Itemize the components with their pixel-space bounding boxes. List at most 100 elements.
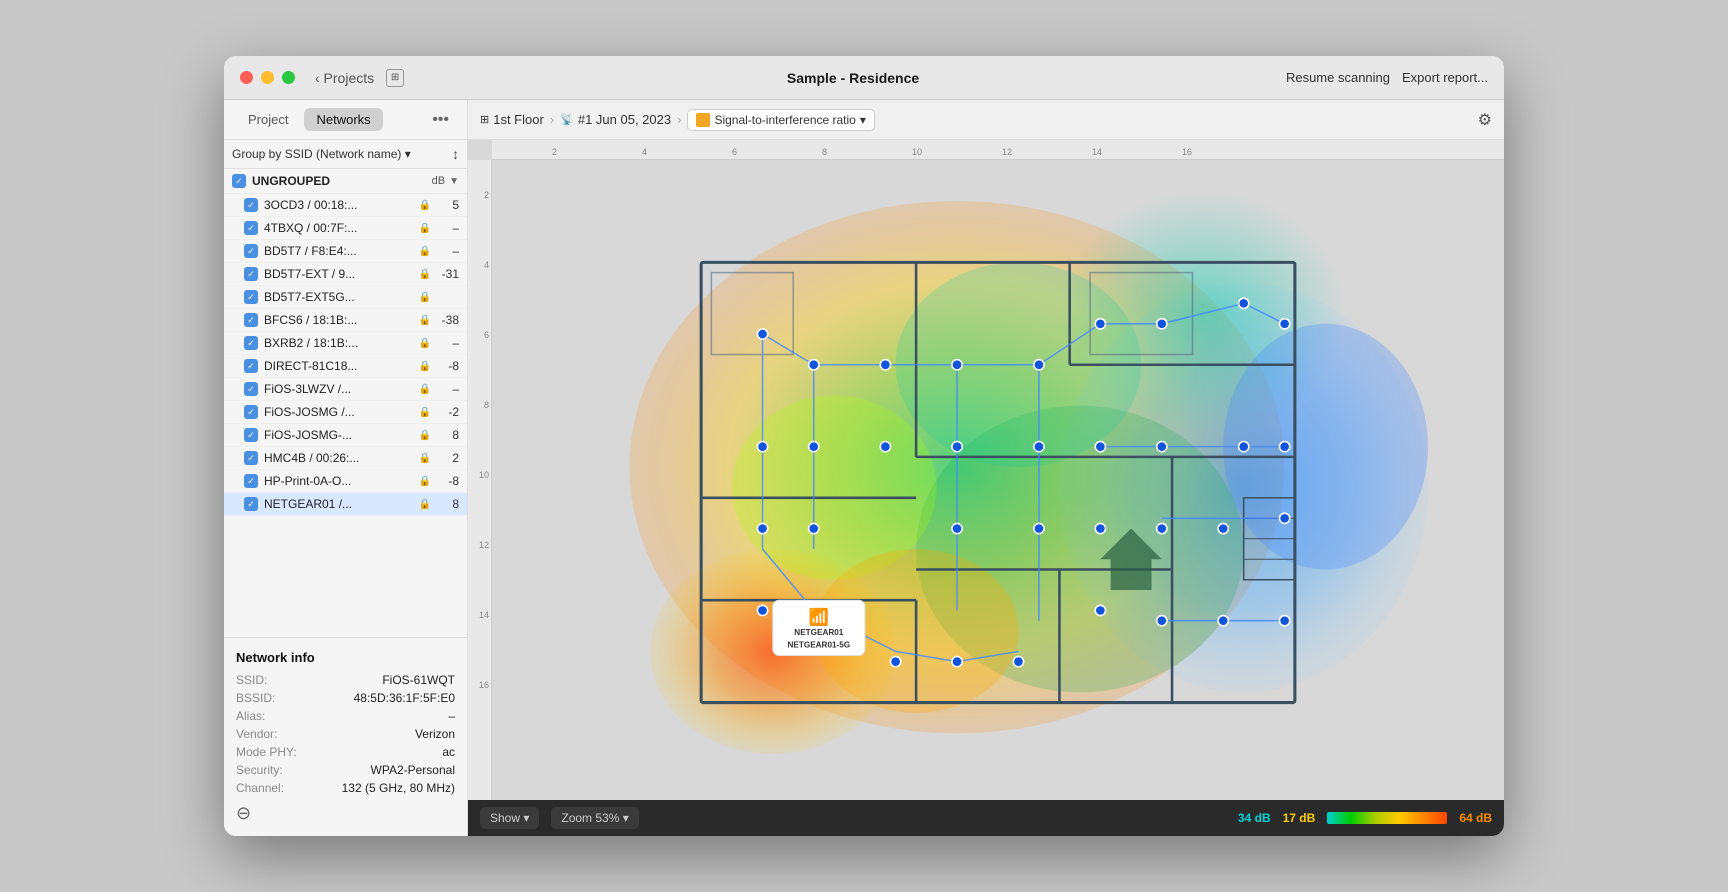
net-checkbox[interactable] [244,290,258,304]
list-item[interactable]: BD5T7-EXT5G... 🔒 [224,286,467,309]
ungrouped-collapse-button[interactable]: ▼ [449,176,459,187]
list-item[interactable]: FiOS-JOSMG-... 🔒 8 [224,424,467,447]
list-item[interactable]: BD5T7 / F8:E4:... 🔒 – [224,240,467,263]
ruler-tick: 12 [479,540,489,550]
ssid-label: SSID: [236,673,316,687]
net-checkbox[interactable] [244,382,258,396]
sort-button[interactable]: ↕ [452,146,459,162]
net-checkbox[interactable] [244,221,258,235]
bottom-bar: Show ▾ Zoom 53% ▾ 34 dB 17 dB 64 dB [468,800,1504,836]
chevron-down-icon: ▾ [860,113,866,127]
signal-indicator [696,113,710,127]
list-item[interactable]: NETGEAR01 /... 🔒 8 [224,493,467,516]
scale-high-value: 64 dB [1459,811,1492,825]
net-name: HMC4B / 00:26:... [264,451,415,465]
net-name: 3OCD3 / 00:18:... [264,198,415,212]
net-name: HP-Print-0A-O... [264,474,415,488]
maximize-button[interactable] [282,71,295,84]
net-checkbox[interactable] [244,405,258,419]
grid-icon[interactable]: ⊞ [386,69,404,87]
info-vendor: Vendor: Verizon [236,727,455,741]
net-db: – [435,221,459,235]
net-db: -2 [435,405,459,419]
resume-scanning-button[interactable]: Resume scanning [1286,70,1390,85]
floor-breadcrumb[interactable]: ⊞ 1st Floor [480,112,544,127]
network-info-panel: Network info SSID: FiOS-61WQT BSSID: 48:… [224,637,467,836]
svg-text:NETGEAR01-5G: NETGEAR01-5G [788,640,851,649]
filter-button[interactable]: ⚙ [1478,110,1492,130]
net-db: -8 [435,359,459,373]
alias-value: – [316,709,455,723]
tab-networks[interactable]: Networks [304,108,382,131]
net-name: DIRECT-81C18... [264,359,415,373]
list-item[interactable]: 3OCD3 / 00:18:... 🔒 5 [224,194,467,217]
net-checkbox[interactable] [244,198,258,212]
security-label: Security: [236,763,316,777]
svg-text:NETGEAR01: NETGEAR01 [794,628,843,637]
net-checkbox[interactable] [244,497,258,511]
ruler-tick: 10 [479,470,489,480]
list-item[interactable]: FiOS-3LWZV /... 🔒 – [224,378,467,401]
list-item[interactable]: 4TBXQ / 00:7F:... 🔒 – [224,217,467,240]
back-button[interactable]: ‹ Projects [311,68,378,88]
net-checkbox[interactable] [244,428,258,442]
list-item[interactable]: BD5T7-EXT / 9... 🔒 -31 [224,263,467,286]
alias-label: Alias: [236,709,316,723]
net-name: FiOS-3LWZV /... [264,382,415,396]
lock-icon: 🔒 [419,430,431,441]
show-button[interactable]: Show ▾ [480,807,539,829]
heatmap-svg: 📶 NETGEAR01 NETGEAR01-5G [492,160,1504,764]
net-checkbox[interactable] [244,474,258,488]
ruler-tick: 12 [1002,147,1012,159]
net-checkbox[interactable] [244,451,258,465]
ruler-tick: 2 [484,190,489,200]
sidebar-tabs: Project Networks ••• [224,100,467,140]
net-checkbox[interactable] [244,336,258,350]
net-checkbox[interactable] [244,267,258,281]
net-db: -31 [435,267,459,281]
ruler-tick: 16 [1182,147,1192,159]
lock-icon: 🔒 [419,246,431,257]
list-item[interactable]: FiOS-JOSMG /... 🔒 -2 [224,401,467,424]
lock-icon: 🔒 [419,407,431,418]
ruler-tick: 14 [1092,147,1102,159]
net-checkbox[interactable] [244,313,258,327]
export-report-button[interactable]: Export report... [1402,70,1488,85]
net-name: FiOS-JOSMG /... [264,405,415,419]
map-content: 📶 NETGEAR01 NETGEAR01-5G [492,160,1504,764]
ruler-tick: 10 [912,147,922,159]
ruler-tick: 8 [822,147,827,159]
mode-value: ac [316,745,455,759]
list-item[interactable]: BFCS6 / 18:1B:... 🔒 -38 [224,309,467,332]
list-item[interactable]: DIRECT-81C18... 🔒 -8 [224,355,467,378]
map-canvas-area[interactable]: 2 4 6 8 10 12 14 16 2 4 6 8 10 12 [468,140,1504,800]
list-item[interactable]: BXRB2 / 18:1B:... 🔒 – [224,332,467,355]
scale-bar [1327,812,1447,824]
info-bssid: BSSID: 48:5D:36:1F:5F:E0 [236,691,455,705]
tab-project[interactable]: Project [236,108,300,131]
ungrouped-checkbox[interactable] [232,174,246,188]
breadcrumb-sep-2: › [677,112,681,127]
traffic-lights [240,71,295,84]
lock-icon: 🔒 [419,453,431,464]
list-item[interactable]: HMC4B / 00:26:... 🔒 2 [224,447,467,470]
breadcrumb: ⊞ 1st Floor › 📡 #1 Jun 05, 2023 › Signal… [480,109,875,131]
bssid-value: 48:5D:36:1F:5F:E0 [316,691,455,705]
scan-breadcrumb[interactable]: 📡 #1 Jun 05, 2023 [560,112,671,127]
titlebar-actions: Resume scanning Export report... [1286,70,1488,85]
net-checkbox[interactable] [244,244,258,258]
list-item[interactable]: HP-Print-0A-O... 🔒 -8 [224,470,467,493]
app-window: ‹ Projects ⊞ Sample - Residence Resume s… [224,56,1504,836]
net-checkbox[interactable] [244,359,258,373]
titlebar: ‹ Projects ⊞ Sample - Residence Resume s… [224,56,1504,100]
group-by-select[interactable]: Group by SSID (Network name) ▾ [232,147,448,161]
close-button[interactable] [240,71,253,84]
sidebar-more-button[interactable]: ••• [426,109,455,131]
collapse-button[interactable]: ⊖ [236,803,251,824]
ruler-tick: 2 [552,147,557,159]
scan-icon: 📡 [560,113,574,126]
signal-selector[interactable]: Signal-to-interference ratio ▾ [687,109,874,131]
minimize-button[interactable] [261,71,274,84]
zoom-button[interactable]: Zoom 53% ▾ [551,807,638,829]
net-name: FiOS-JOSMG-... [264,428,415,442]
